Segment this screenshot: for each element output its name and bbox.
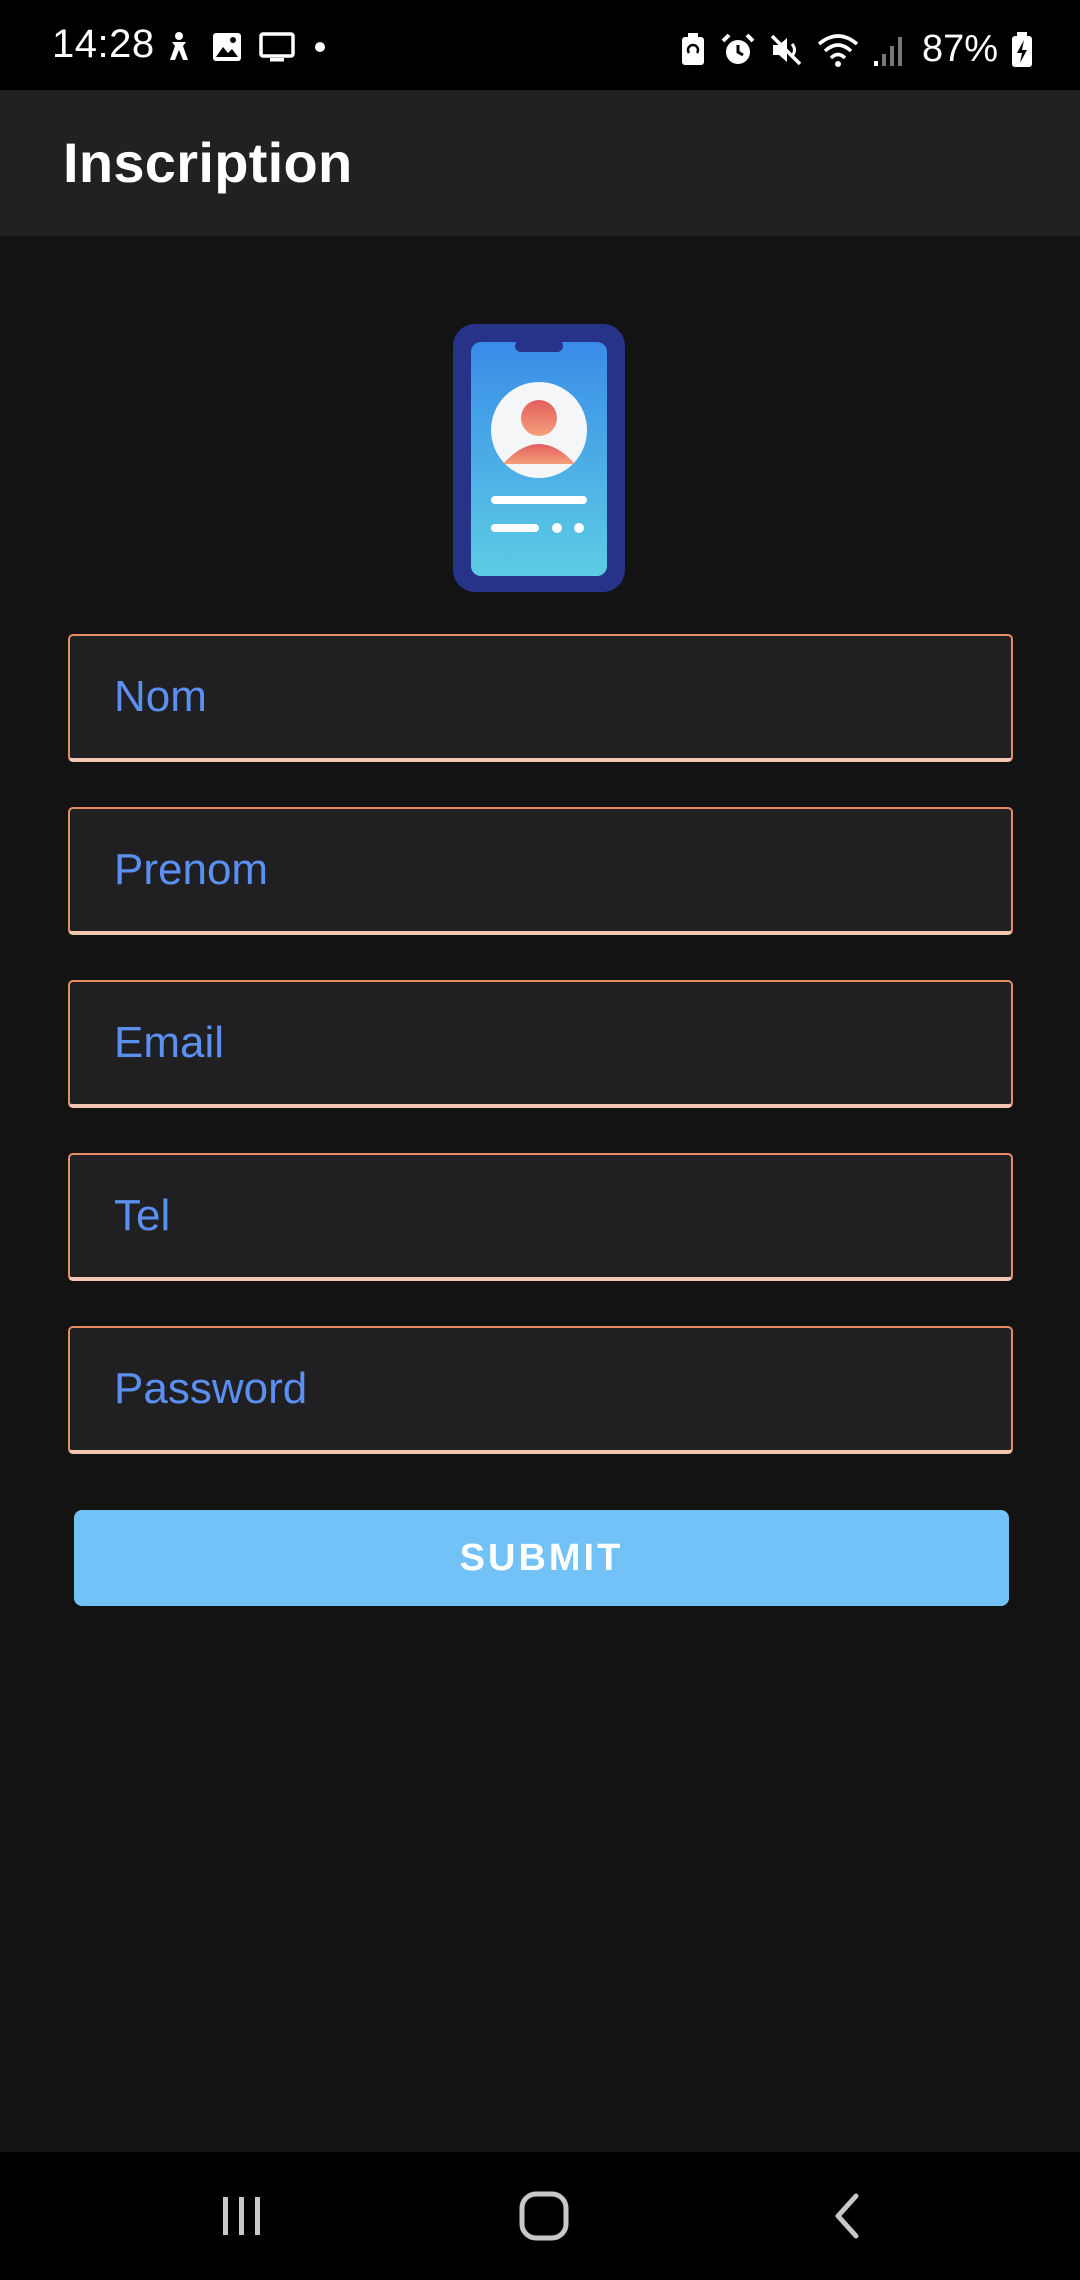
- screen-cast-icon: [259, 32, 295, 62]
- prenom-field[interactable]: [68, 807, 1013, 935]
- recents-icon: [223, 2197, 260, 2235]
- back-icon: [835, 2193, 859, 2239]
- mute-icon: [770, 34, 802, 65]
- nom-field[interactable]: [68, 634, 1013, 762]
- submit-button[interactable]: SUBMIT: [74, 1510, 1009, 1606]
- status-right-icons: 87%: [678, 28, 1034, 71]
- signal-icon: [873, 36, 902, 66]
- registration-form: SUBMIT: [0, 236, 1080, 2152]
- battery-icon: [1012, 31, 1032, 67]
- home-button[interactable]: [494, 2176, 594, 2256]
- status-time: 14:28: [52, 22, 155, 66]
- back-button[interactable]: [798, 2176, 898, 2256]
- app-bar: Inscription: [0, 90, 1080, 236]
- password-input[interactable]: [70, 1328, 1011, 1450]
- gallery-icon: [213, 33, 241, 61]
- tel-input[interactable]: [70, 1155, 1011, 1277]
- email-input[interactable]: [70, 982, 1011, 1104]
- tel-field[interactable]: [68, 1153, 1013, 1281]
- navigation-bar: [0, 2152, 1080, 2280]
- alarm-icon: [721, 33, 755, 64]
- recents-button[interactable]: [192, 2176, 292, 2256]
- nom-input[interactable]: [70, 636, 1011, 758]
- wifi-icon: [817, 33, 859, 67]
- email-field[interactable]: [68, 980, 1013, 1108]
- status-bar: 14:28 87%: [0, 0, 1080, 90]
- battery-percent: 87%: [921, 28, 998, 70]
- dot-icon: [315, 42, 325, 52]
- home-icon: [519, 2191, 569, 2241]
- battery-saver-icon: [681, 32, 704, 65]
- status-left-icons: [162, 30, 330, 64]
- prenom-input[interactable]: [70, 809, 1011, 931]
- accessibility-icon: [170, 32, 188, 60]
- phone-profile-icon: [453, 324, 625, 592]
- password-field[interactable]: [68, 1326, 1013, 1454]
- page-title: Inscription: [63, 131, 353, 194]
